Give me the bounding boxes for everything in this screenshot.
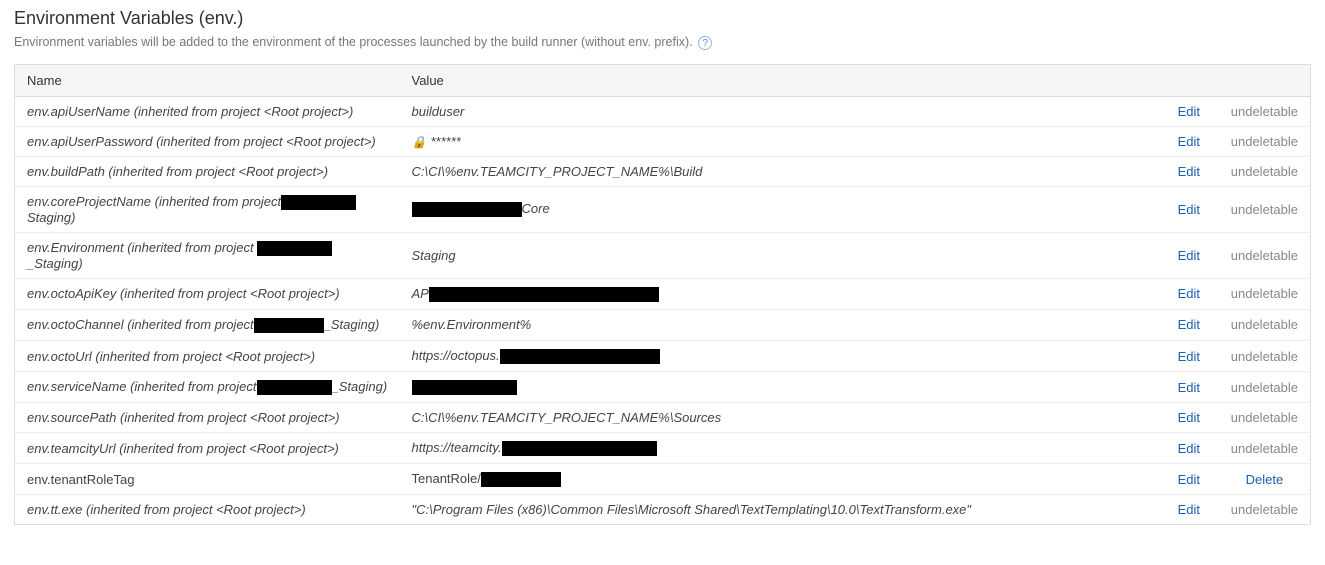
edit-link[interactable]: Edit <box>1178 164 1200 179</box>
param-name: env.buildPath (inherited from project <R… <box>15 156 400 186</box>
section-description-text: Environment variables will be added to t… <box>14 35 693 49</box>
param-name: env.sourcePath (inherited from project <… <box>15 403 400 433</box>
param-name: env.octoUrl (inherited from project <Roo… <box>15 341 400 372</box>
param-name: env.coreProjectName (inherited from proj… <box>15 186 400 232</box>
undeletable-label: undeletable <box>1231 134 1298 149</box>
delete-link[interactable]: Delete <box>1246 472 1284 487</box>
undeletable-label: undeletable <box>1231 248 1298 263</box>
redacted-block <box>257 380 332 395</box>
table-row: env.sourcePath (inherited from project <… <box>15 403 1311 433</box>
redacted-block <box>500 349 660 364</box>
table-row: env.teamcityUrl (inherited from project … <box>15 433 1311 464</box>
edit-link[interactable]: Edit <box>1178 248 1200 263</box>
edit-link[interactable]: Edit <box>1178 472 1200 487</box>
table-row: env.serviceName (inherited from project_… <box>15 372 1311 403</box>
param-value: C:\CI\%env.TEAMCITY_PROJECT_NAME%\Build <box>400 156 1159 186</box>
table-row: env.apiUserName (inherited from project … <box>15 96 1311 126</box>
undeletable-label: undeletable <box>1231 349 1298 364</box>
param-value: "C:\Program Files (x86)\Common Files\Mic… <box>400 495 1159 525</box>
param-value: Staging <box>400 232 1159 278</box>
table-row: env.apiUserPassword (inherited from proj… <box>15 126 1311 156</box>
param-name: env.tt.exe (inherited from project <Root… <box>15 495 400 525</box>
param-value: https://octopus. <box>400 341 1159 372</box>
section-title: Environment Variables (env.) <box>14 8 1311 29</box>
redacted-block <box>429 287 659 302</box>
table-row: env.tt.exe (inherited from project <Root… <box>15 495 1311 525</box>
param-value: %env.Environment% <box>400 309 1159 340</box>
param-value: AP <box>400 278 1159 309</box>
undeletable-label: undeletable <box>1231 410 1298 425</box>
lock-icon: 🔒 <box>412 135 427 149</box>
param-name: env.teamcityUrl (inherited from project … <box>15 433 400 464</box>
env-vars-table: Name Value env.apiUserName (inherited fr… <box>14 64 1311 526</box>
param-name: env.apiUserName (inherited from project … <box>15 96 400 126</box>
edit-link[interactable]: Edit <box>1178 286 1200 301</box>
undeletable-label: undeletable <box>1231 286 1298 301</box>
undeletable-label: undeletable <box>1231 104 1298 119</box>
redacted-block <box>412 380 517 395</box>
table-row: env.tenantRoleTagTenantRole/Edit Delete <box>15 464 1311 495</box>
edit-link[interactable]: Edit <box>1178 502 1200 517</box>
edit-link[interactable]: Edit <box>1178 134 1200 149</box>
param-value <box>400 372 1159 403</box>
param-name: env.octoChannel (inherited from project_… <box>15 309 400 340</box>
table-row: env.Environment (inherited from project … <box>15 232 1311 278</box>
param-value: Core <box>400 186 1159 232</box>
table-row: env.octoApiKey (inherited from project <… <box>15 278 1311 309</box>
param-name: env.octoApiKey (inherited from project <… <box>15 278 400 309</box>
edit-link[interactable]: Edit <box>1178 349 1200 364</box>
param-name: env.serviceName (inherited from project_… <box>15 372 400 403</box>
param-name: env.tenantRoleTag <box>15 464 400 495</box>
table-row: env.octoUrl (inherited from project <Roo… <box>15 341 1311 372</box>
redacted-block <box>257 241 332 256</box>
undeletable-label: undeletable <box>1231 441 1298 456</box>
edit-link[interactable]: Edit <box>1178 202 1200 217</box>
param-value: C:\CI\%env.TEAMCITY_PROJECT_NAME%\Source… <box>400 403 1159 433</box>
param-value: https://teamcity. <box>400 433 1159 464</box>
undeletable-label: undeletable <box>1231 202 1298 217</box>
col-header-name: Name <box>15 64 400 96</box>
edit-link[interactable]: Edit <box>1178 104 1200 119</box>
param-value: TenantRole/ <box>400 464 1159 495</box>
edit-link[interactable]: Edit <box>1178 380 1200 395</box>
param-name: env.Environment (inherited from project … <box>15 232 400 278</box>
edit-link[interactable]: Edit <box>1178 410 1200 425</box>
undeletable-label: undeletable <box>1231 502 1298 517</box>
param-name: env.apiUserPassword (inherited from proj… <box>15 126 400 156</box>
edit-link[interactable]: Edit <box>1178 317 1200 332</box>
section-description: Environment variables will be added to t… <box>14 33 754 52</box>
undeletable-label: undeletable <box>1231 164 1298 179</box>
redacted-block <box>254 318 324 333</box>
table-row: env.coreProjectName (inherited from proj… <box>15 186 1311 232</box>
param-value: 🔒****** <box>400 126 1159 156</box>
redacted-block <box>281 195 356 210</box>
param-value: builduser <box>400 96 1159 126</box>
undeletable-label: undeletable <box>1231 317 1298 332</box>
redacted-block <box>412 202 522 217</box>
redacted-block <box>481 472 561 487</box>
redacted-block <box>502 441 657 456</box>
table-header-row: Name Value <box>15 64 1311 96</box>
table-row: env.buildPath (inherited from project <R… <box>15 156 1311 186</box>
undeletable-label: undeletable <box>1231 380 1298 395</box>
table-row: env.octoChannel (inherited from project_… <box>15 309 1311 340</box>
col-header-value: Value <box>400 64 1311 96</box>
help-icon[interactable]: ? <box>698 36 712 50</box>
edit-link[interactable]: Edit <box>1178 441 1200 456</box>
